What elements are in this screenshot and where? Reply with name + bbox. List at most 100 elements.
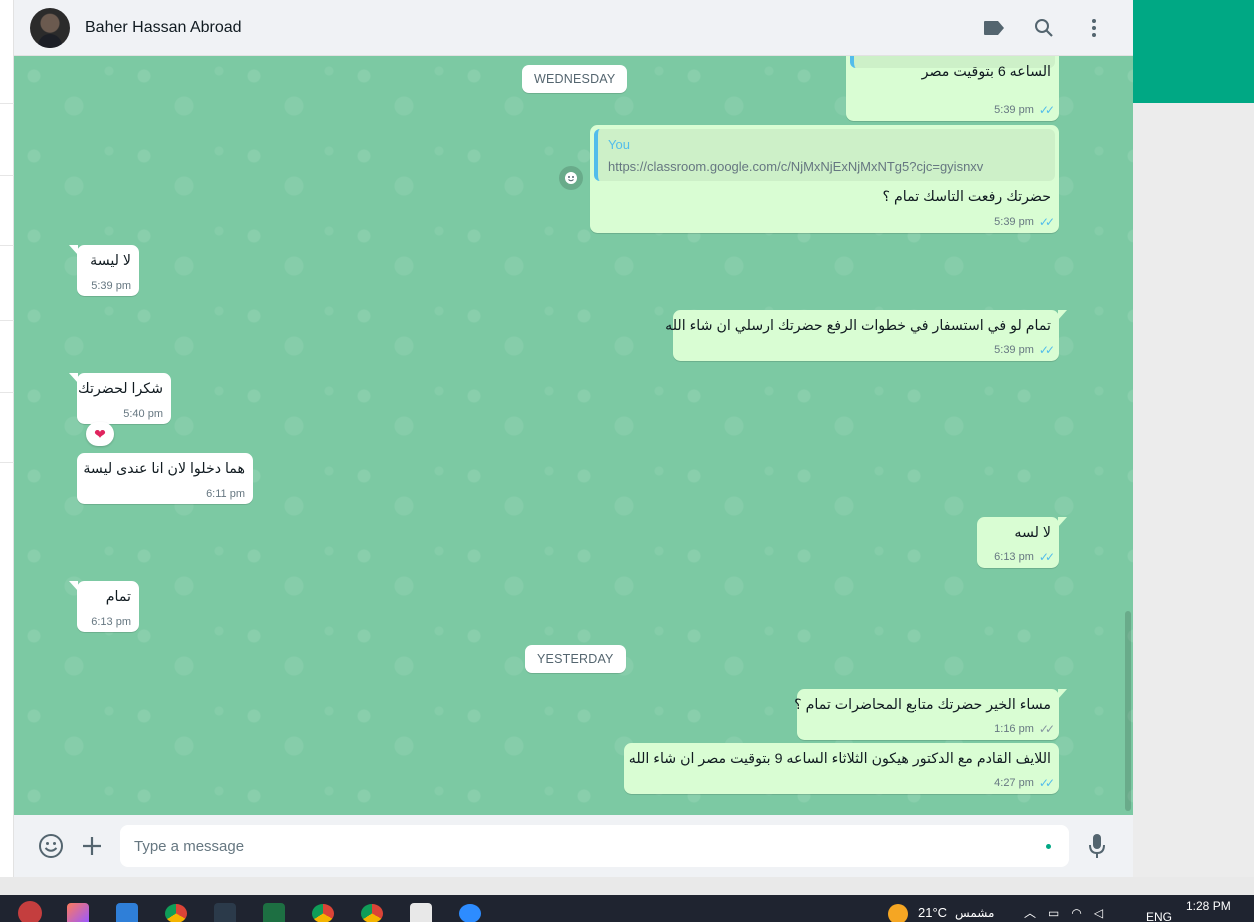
app-icon[interactable]: [214, 903, 236, 922]
message-time: 5:39 pm: [91, 280, 131, 292]
message-text: الساعه 6 بتوقيت مصر: [921, 64, 1051, 80]
message-outgoing[interactable]: تمام لو في استسفار في خطوات الرفع حضرتك …: [665, 310, 1067, 361]
message-time: 5:40 pm: [123, 408, 163, 420]
message-time: 6:13 pm: [91, 616, 131, 628]
system-tray[interactable]: ︿ ▭ ◠ ◁: [1024, 895, 1103, 922]
bubble-tail: [1058, 689, 1067, 699]
menu-icon[interactable]: [1081, 15, 1107, 41]
right-panel-header: [1133, 0, 1254, 103]
heart-reaction-icon[interactable]: ❤: [86, 422, 114, 446]
chat-header: Baher Hassan Abroad: [14, 0, 1133, 56]
contact-name[interactable]: Baher Hassan Abroad: [85, 19, 242, 37]
message-text: تمام: [105, 589, 131, 605]
read-ticks-icon: ✓✓: [1038, 103, 1055, 117]
message-meta: 4:27 pm ✓✓: [994, 776, 1055, 790]
windows-taskbar: 21°C مشمس ︿ ▭ ◠ ◁ ENG 1:28 PM: [0, 895, 1254, 922]
message-time: 1:16 pm: [994, 723, 1034, 735]
wifi-icon[interactable]: ◠: [1071, 906, 1081, 920]
date-separator: WEDNESDAY: [522, 65, 628, 93]
chrome-icon[interactable]: [165, 904, 187, 922]
message-text: مساء الخير حضرتك متابع المحاضرات تمام ؟: [794, 697, 1051, 713]
zoom-icon[interactable]: [459, 904, 481, 922]
message-meta: 5:39 pm ✓✓: [994, 215, 1055, 229]
whatsapp-window: Baher Hassan Abroad الساعه 6 بتوقيت مصر …: [0, 0, 1254, 922]
emoji-icon[interactable]: [37, 832, 65, 860]
quoted-message[interactable]: You https://classroom.google.com/c/NjMxN…: [594, 129, 1055, 181]
message-text: هما دخلوا لان انا عندى ليسة: [83, 461, 245, 477]
compose-bar: [14, 815, 1133, 877]
message-text: تمام لو في استسفار في خطوات الرفع حضرتك …: [665, 318, 1051, 334]
message-outgoing[interactable]: مساء الخير حضرتك متابع المحاضرات تمام ؟ …: [794, 689, 1067, 740]
bubble-tail: [69, 581, 78, 591]
bubble-tail: [69, 245, 78, 255]
read-ticks-icon: ✓✓: [1038, 215, 1055, 229]
chevron-up-icon[interactable]: ︿: [1024, 904, 1036, 921]
weather-temp: 21°C: [918, 905, 948, 920]
message-meta: 5:39 pm: [91, 280, 131, 292]
message-incoming[interactable]: هما دخلوا لان انا عندى ليسة 6:11 pm: [77, 453, 253, 504]
excel-icon[interactable]: [263, 903, 285, 922]
message-input[interactable]: [120, 825, 1069, 867]
emoji-react-button[interactable]: [559, 166, 583, 190]
weather-text: مشمس: [955, 905, 995, 920]
read-ticks-icon: ✓✓: [1038, 343, 1055, 357]
bubble-tail: [1058, 517, 1067, 527]
weather-widget[interactable]: 21°C مشمس: [888, 895, 994, 922]
network-icon[interactable]: ▭: [1048, 906, 1059, 920]
label-icon[interactable]: [981, 15, 1007, 41]
chat-list-edge: [0, 0, 14, 877]
attach-icon[interactable]: [78, 832, 106, 860]
delivered-ticks-icon: ✓✓: [1038, 722, 1055, 736]
language-indicator[interactable]: ENG: [1146, 903, 1172, 922]
message-time: 5:39 pm: [994, 344, 1034, 356]
message-time: 5:39 pm: [994, 216, 1034, 228]
header-actions: [981, 15, 1107, 41]
message-text: حضرتك رفعت التاسك تمام ؟: [882, 189, 1051, 205]
avatar[interactable]: [30, 7, 70, 48]
read-ticks-icon: ✓✓: [1038, 776, 1055, 790]
message-meta: 5:39 pm ✓✓: [994, 103, 1055, 117]
message-time: 4:27 pm: [994, 777, 1034, 789]
chrome-icon[interactable]: [361, 904, 383, 922]
message-time: 6:13 pm: [994, 551, 1034, 563]
sun-icon: [888, 903, 908, 922]
quote-link[interactable]: https://classroom.google.com/c/NjMxNjExN…: [608, 159, 983, 174]
chrome-icon[interactable]: [312, 904, 334, 922]
start-icon[interactable]: [18, 901, 42, 922]
right-panel: [1133, 103, 1254, 877]
message-text: اللايف القادم مع الدكتور هيكون الثلاثاء …: [628, 751, 1051, 767]
message-outgoing[interactable]: لا لسه 6:13 pm ✓✓: [977, 517, 1067, 568]
message-time: 5:39 pm: [994, 104, 1034, 116]
clock[interactable]: 1:28 PM: [1186, 899, 1231, 913]
message-meta: 5:39 pm ✓✓: [994, 343, 1055, 357]
message-outgoing[interactable]: اللايف القادم مع الدكتور هيكون الثلاثاء …: [624, 743, 1059, 794]
pdf-icon[interactable]: [410, 903, 432, 922]
message-meta: 1:16 pm ✓✓: [994, 722, 1055, 736]
message-text: لا لسه: [1014, 525, 1051, 541]
bubble-tail: [1058, 310, 1067, 320]
message-meta: 6:13 pm ✓✓: [994, 550, 1055, 564]
message-incoming[interactable]: شكرا لحضرتك 5:40 pm: [69, 373, 171, 424]
message-incoming[interactable]: لا ليسة 5:39 pm: [69, 245, 139, 296]
quote-author: You: [608, 137, 630, 152]
message-text: شكرا لحضرتك: [78, 381, 163, 397]
volume-icon[interactable]: ◁: [1094, 906, 1103, 920]
input-status-dot: [1046, 844, 1051, 849]
message-meta: 5:40 pm: [123, 408, 163, 420]
message-text: لا ليسة: [90, 253, 131, 269]
date-separator: YESTERDAY: [525, 645, 626, 673]
search-icon[interactable]: [1031, 15, 1057, 41]
photos-icon[interactable]: [116, 903, 138, 922]
message-outgoing[interactable]: الساعه 6 بتوقيت مصر 5:39 pm ✓✓: [846, 56, 1059, 121]
app-icon[interactable]: [67, 903, 89, 922]
message-outgoing[interactable]: You https://classroom.google.com/c/NjMxN…: [590, 125, 1059, 233]
message-incoming[interactable]: تمام 6:13 pm: [69, 581, 139, 632]
mic-icon[interactable]: [1083, 832, 1111, 860]
message-meta: 6:13 pm: [91, 616, 131, 628]
message-time: 6:11 pm: [206, 488, 245, 500]
message-list[interactable]: الساعه 6 بتوقيت مصر 5:39 pm ✓✓ WEDNESDAY …: [14, 56, 1133, 815]
bubble-tail: [69, 373, 78, 383]
message-meta: 6:11 pm: [206, 488, 245, 500]
read-ticks-icon: ✓✓: [1038, 550, 1055, 564]
chat-scrollbar[interactable]: [1125, 611, 1131, 811]
